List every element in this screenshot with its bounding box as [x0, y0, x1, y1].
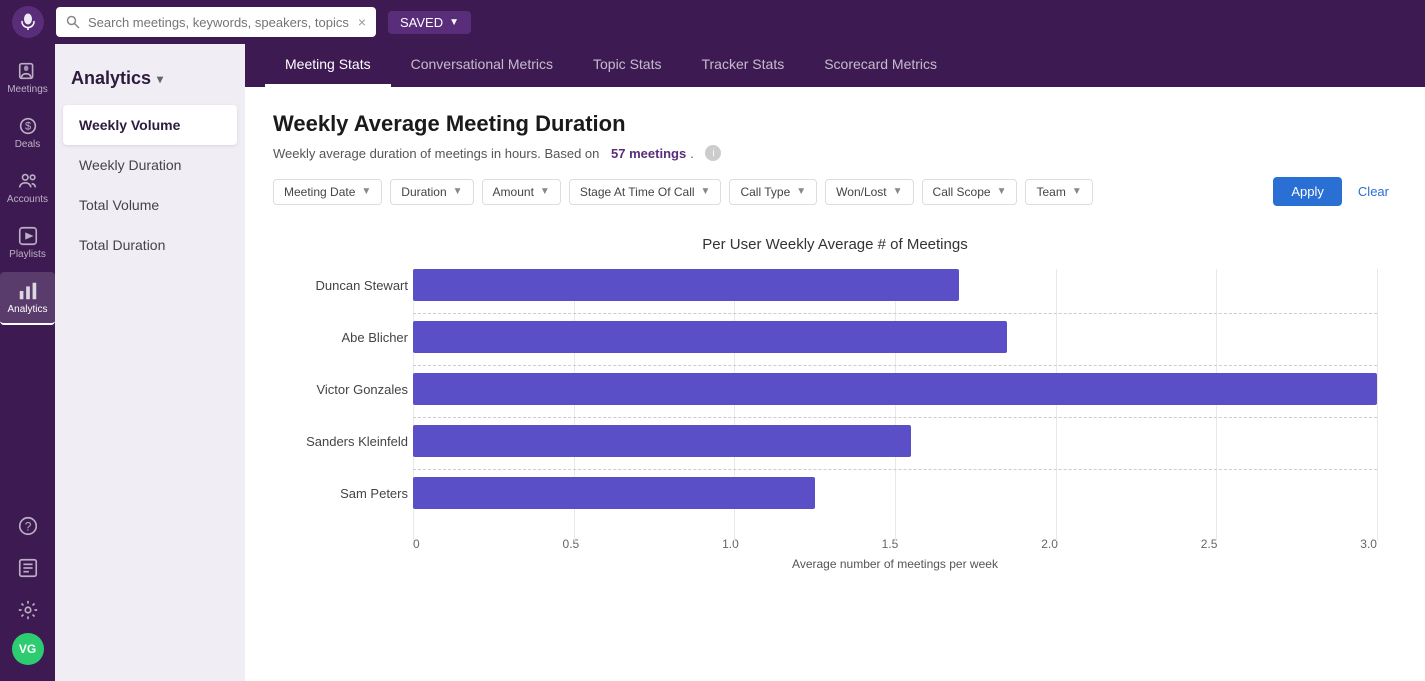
x-tick: 2.0 — [1041, 537, 1058, 551]
call-scope-chevron: ▼ — [997, 186, 1007, 197]
bar-label: Victor Gonzales — [273, 382, 408, 397]
tab-tracker-stats[interactable]: Tracker Stats — [681, 44, 804, 87]
analytics-title: Analytics ▾ — [55, 60, 245, 105]
call-type-chevron: ▼ — [796, 186, 806, 197]
secondary-sidebar: Analytics ▾ Weekly Volume Weekly Duratio… — [55, 44, 245, 681]
bar-track — [413, 425, 1377, 457]
sidebar-item-meetings[interactable]: Meetings — [0, 52, 55, 103]
bar-fill — [413, 425, 911, 457]
sidebar-item-weekly-duration[interactable]: Weekly Duration — [63, 145, 237, 185]
amount-chevron: ▼ — [540, 186, 550, 197]
duration-chevron: ▼ — [453, 186, 463, 197]
stage-chevron: ▼ — [701, 186, 711, 197]
x-axis-label: Average number of meetings per week — [413, 557, 1377, 571]
sidebar-item-analytics[interactable]: Analytics — [0, 272, 55, 325]
chart-container: Per User Weekly Average # of Meetings Du… — [273, 226, 1397, 581]
bar-dashed-separator — [413, 365, 1377, 366]
info-icon[interactable]: i — [705, 145, 721, 161]
search-bar[interactable]: × — [56, 7, 376, 37]
search-input[interactable] — [88, 15, 350, 30]
saved-filter-badge[interactable]: SAVED ▼ — [388, 11, 471, 34]
meetings-count-link[interactable]: 57 meetings — [611, 146, 686, 161]
tab-scorecard-metrics[interactable]: Scorecard Metrics — [804, 44, 957, 87]
page-title: Weekly Average Meeting Duration — [273, 111, 1397, 137]
filter-won-lost[interactable]: Won/Lost ▼ — [825, 179, 913, 205]
sidebar-item-total-volume[interactable]: Total Volume — [63, 185, 237, 225]
x-tick: 2.5 — [1201, 537, 1218, 551]
x-axis: 0 0.5 1.0 1.5 2.0 2.5 3.0 — [413, 529, 1377, 551]
chart-bars: Duncan Stewart Abe Blicher Victor Gonzales… — [273, 269, 1397, 571]
filter-meeting-date[interactable]: Meeting Date ▼ — [273, 179, 382, 205]
bar-fill — [413, 321, 1007, 353]
sidebar-item-total-duration[interactable]: Total Duration — [63, 225, 237, 265]
sidebar-item-scorecard[interactable] — [0, 549, 55, 587]
x-tick: 1.0 — [722, 537, 739, 551]
x-tick: 1.5 — [882, 537, 899, 551]
analytics-title-chevron: ▾ — [157, 72, 163, 86]
sidebar-item-accounts[interactable]: Accounts — [0, 162, 55, 213]
bar-label: Sam Peters — [273, 486, 408, 501]
bar-track — [413, 477, 1377, 509]
team-chevron: ▼ — [1072, 186, 1082, 197]
won-lost-chevron: ▼ — [893, 186, 903, 197]
sidebar-item-settings[interactable] — [0, 591, 55, 629]
bar-row: Duncan Stewart — [413, 269, 1377, 301]
x-tick: 0.5 — [563, 537, 580, 551]
sidebar-item-weekly-volume[interactable]: Weekly Volume — [63, 105, 237, 145]
page-content: Weekly Average Meeting Duration Weekly a… — [245, 87, 1425, 681]
bar-dashed-separator — [413, 469, 1377, 470]
bar-track — [413, 269, 1377, 301]
bar-label: Duncan Stewart — [273, 278, 408, 293]
tab-conversational-metrics[interactable]: Conversational Metrics — [391, 44, 573, 87]
top-bar: × SAVED ▼ — [0, 0, 1425, 44]
clear-button[interactable]: Clear — [1350, 177, 1397, 206]
chart-wrapper: Duncan Stewart Abe Blicher Victor Gonzales… — [273, 269, 1397, 571]
search-clear-button[interactable]: × — [358, 14, 366, 30]
content-area: Meeting Stats Conversational Metrics Top… — [245, 44, 1425, 681]
apply-button[interactable]: Apply — [1273, 177, 1342, 206]
saved-chevron-icon: ▼ — [449, 17, 459, 28]
icon-rail: Meetings $ Deals Accounts Playlists — [0, 44, 55, 681]
filter-row: Meeting Date ▼ Duration ▼ Amount ▼ Stage… — [273, 177, 1397, 206]
meeting-date-chevron: ▼ — [361, 186, 371, 197]
chart-title: Per User Weekly Average # of Meetings — [273, 236, 1397, 253]
sidebar-item-playlists[interactable]: Playlists — [0, 217, 55, 268]
user-avatar[interactable]: VG — [12, 633, 44, 665]
filter-duration[interactable]: Duration ▼ — [390, 179, 473, 205]
bar-track — [413, 321, 1377, 353]
main-layout: Meetings $ Deals Accounts Playlists — [0, 44, 1425, 681]
filter-amount[interactable]: Amount ▼ — [482, 179, 561, 205]
filter-stage-at-time[interactable]: Stage At Time Of Call ▼ — [569, 179, 722, 205]
tab-topic-stats[interactable]: Topic Stats — [573, 44, 681, 87]
sidebar-item-help[interactable]: ? — [0, 507, 55, 545]
bar-dashed-separator — [413, 313, 1377, 314]
sidebar-item-deals[interactable]: $ Deals — [0, 107, 55, 158]
bar-fill — [413, 477, 815, 509]
bar-fill — [413, 269, 959, 301]
filter-call-scope[interactable]: Call Scope ▼ — [922, 179, 1018, 205]
bar-row: Sam Peters — [413, 477, 1377, 509]
bar-label: Abe Blicher — [273, 330, 408, 345]
x-tick: 3.0 — [1360, 537, 1377, 551]
bar-track — [413, 373, 1377, 405]
svg-text:$: $ — [24, 121, 30, 133]
bar-fill — [413, 373, 1377, 405]
bar-row: Abe Blicher — [413, 321, 1377, 353]
page-subtitle: Weekly average duration of meetings in h… — [273, 145, 1397, 161]
bar-row: Victor Gonzales — [413, 373, 1377, 405]
bar-dashed-separator — [413, 417, 1377, 418]
filter-call-type[interactable]: Call Type ▼ — [729, 179, 817, 205]
svg-text:?: ? — [24, 520, 31, 534]
x-tick: 0 — [413, 537, 420, 551]
search-icon — [66, 15, 80, 29]
filter-team[interactable]: Team ▼ — [1025, 179, 1092, 205]
bar-label: Sanders Kleinfeld — [273, 434, 408, 449]
app-logo — [12, 6, 44, 38]
tab-meeting-stats[interactable]: Meeting Stats — [265, 44, 391, 87]
tab-bar: Meeting Stats Conversational Metrics Top… — [245, 44, 1425, 87]
bar-row: Sanders Kleinfeld — [413, 425, 1377, 457]
